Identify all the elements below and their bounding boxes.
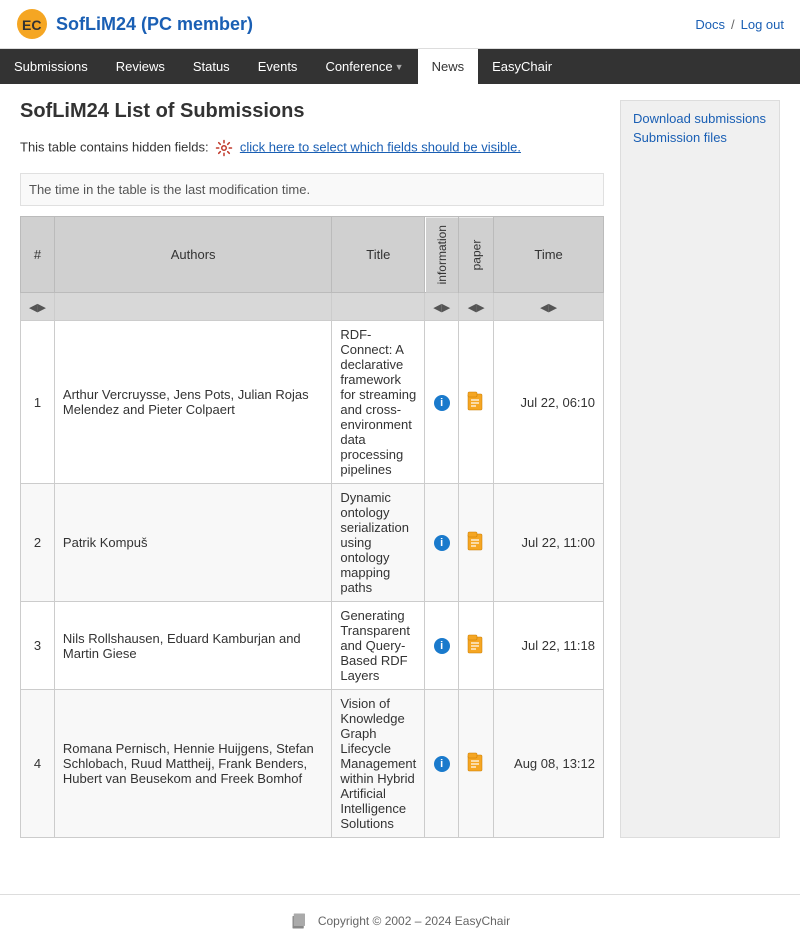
paper-icon[interactable] bbox=[467, 391, 485, 411]
footer: Copyright © 2002 – 2024 EasyChair bbox=[0, 894, 800, 947]
nav-item-reviews[interactable]: Reviews bbox=[102, 49, 179, 84]
mod-time-note: The time in the table is the last modifi… bbox=[20, 173, 604, 206]
cell-time: Aug 08, 13:12 bbox=[494, 690, 604, 838]
cell-authors: Romana Pernisch, Hennie Huijgens, Stefan… bbox=[54, 690, 331, 838]
nav-item-news[interactable]: News bbox=[418, 49, 479, 84]
footer-logo bbox=[290, 911, 310, 931]
svg-text:EC: EC bbox=[22, 17, 41, 33]
sort-row: ◀▶ ◀▶ ◀▶ ◀▶ bbox=[21, 293, 604, 321]
sort-paper[interactable]: ◀▶ bbox=[459, 293, 494, 321]
paper-icon[interactable] bbox=[467, 531, 485, 551]
cell-num: 1 bbox=[21, 321, 55, 484]
cell-paper[interactable] bbox=[459, 321, 494, 484]
col-header-title: Title bbox=[332, 217, 425, 293]
paper-icon[interactable] bbox=[467, 634, 485, 654]
app-title: SofLiM24 (PC member) bbox=[56, 14, 253, 35]
right-panel-link[interactable]: Submission files bbox=[633, 130, 767, 145]
sort-arrows-paper[interactable]: ◀▶ bbox=[468, 301, 485, 314]
cell-authors: Arthur Vercruysse, Jens Pots, Julian Roj… bbox=[54, 321, 331, 484]
nav-item-submissions[interactable]: Submissions bbox=[0, 49, 102, 84]
table-row: 4Romana Pernisch, Hennie Huijgens, Stefa… bbox=[21, 690, 604, 838]
info-icon[interactable]: i bbox=[434, 638, 450, 654]
cell-paper[interactable] bbox=[459, 690, 494, 838]
sort-arrows-info[interactable]: ◀▶ bbox=[433, 301, 450, 314]
docs-link[interactable]: Docs bbox=[695, 17, 725, 32]
select-fields-link[interactable]: click here to select which fields should… bbox=[240, 139, 521, 154]
cell-info[interactable]: i bbox=[425, 690, 459, 838]
nav-item-events[interactable]: Events bbox=[244, 49, 312, 84]
cell-time: Jul 22, 11:18 bbox=[494, 602, 604, 690]
col-header-information: information bbox=[425, 217, 459, 293]
nav-item-easychair[interactable]: EasyChair bbox=[478, 49, 566, 84]
sort-info[interactable]: ◀▶ bbox=[425, 293, 459, 321]
table-row: 2Patrik KompušDynamic ontology serializa… bbox=[21, 484, 604, 602]
cell-title: RDF-Connect: A declarative framework for… bbox=[332, 321, 425, 484]
easychair-logo: EC bbox=[16, 8, 48, 40]
cell-paper[interactable] bbox=[459, 484, 494, 602]
gear-icon bbox=[215, 139, 233, 157]
nav-item-status[interactable]: Status bbox=[179, 49, 244, 84]
cell-info[interactable]: i bbox=[425, 484, 459, 602]
col-header-time: Time bbox=[494, 217, 604, 293]
cell-title: Generating Transparent and Query-Based R… bbox=[332, 602, 425, 690]
dropdown-arrow: ▼ bbox=[395, 62, 404, 72]
table-row: 1Arthur Vercruysse, Jens Pots, Julian Ro… bbox=[21, 321, 604, 484]
sort-arrows-num[interactable]: ◀▶ bbox=[29, 301, 46, 314]
info-icon[interactable]: i bbox=[434, 756, 450, 772]
sort-time[interactable]: ◀▶ bbox=[494, 293, 604, 321]
cell-num: 4 bbox=[21, 690, 55, 838]
col-header-authors: Authors bbox=[54, 217, 331, 293]
sort-arrows-time[interactable]: ◀▶ bbox=[540, 301, 557, 314]
col-header-num: # bbox=[21, 217, 55, 293]
header-separator: / bbox=[731, 17, 735, 32]
col-header-paper: paper bbox=[459, 217, 494, 293]
cell-title: Vision of Knowledge Graph Lifecycle Mana… bbox=[332, 690, 425, 838]
cell-title: Dynamic ontology serialization using ont… bbox=[332, 484, 425, 602]
cell-authors: Nils Rollshausen, Eduard Kamburjan and M… bbox=[54, 602, 331, 690]
paper-icon[interactable] bbox=[467, 752, 485, 772]
sort-num[interactable]: ◀▶ bbox=[21, 293, 55, 321]
cell-info[interactable]: i bbox=[425, 321, 459, 484]
submissions-table: # Authors Title information paper Time ◀… bbox=[20, 216, 604, 838]
hidden-fields-notice: This table contains hidden fields: click… bbox=[20, 139, 604, 157]
nav-item-conference[interactable]: Conference ▼ bbox=[311, 49, 417, 84]
main-nav: SubmissionsReviewsStatusEventsConference… bbox=[0, 49, 800, 84]
cell-num: 2 bbox=[21, 484, 55, 602]
cell-paper[interactable] bbox=[459, 602, 494, 690]
cell-time: Jul 22, 06:10 bbox=[494, 321, 604, 484]
table-row: 3Nils Rollshausen, Eduard Kamburjan and … bbox=[21, 602, 604, 690]
cell-time: Jul 22, 11:00 bbox=[494, 484, 604, 602]
info-icon[interactable]: i bbox=[434, 535, 450, 551]
cell-info[interactable]: i bbox=[425, 602, 459, 690]
cell-num: 3 bbox=[21, 602, 55, 690]
table-body: 1Arthur Vercruysse, Jens Pots, Julian Ro… bbox=[21, 321, 604, 838]
cell-authors: Patrik Kompuš bbox=[54, 484, 331, 602]
hidden-fields-prefix: This table contains hidden fields: bbox=[20, 139, 209, 154]
logout-link[interactable]: Log out bbox=[741, 17, 784, 32]
page-title: SofLiM24 List of Submissions bbox=[20, 100, 604, 123]
copyright-text: Copyright © 2002 – 2024 EasyChair bbox=[318, 914, 510, 928]
right-panel-link[interactable]: Download submissions bbox=[633, 111, 767, 126]
info-icon[interactable]: i bbox=[434, 395, 450, 411]
right-panel: Download submissions Submission files bbox=[620, 100, 780, 838]
